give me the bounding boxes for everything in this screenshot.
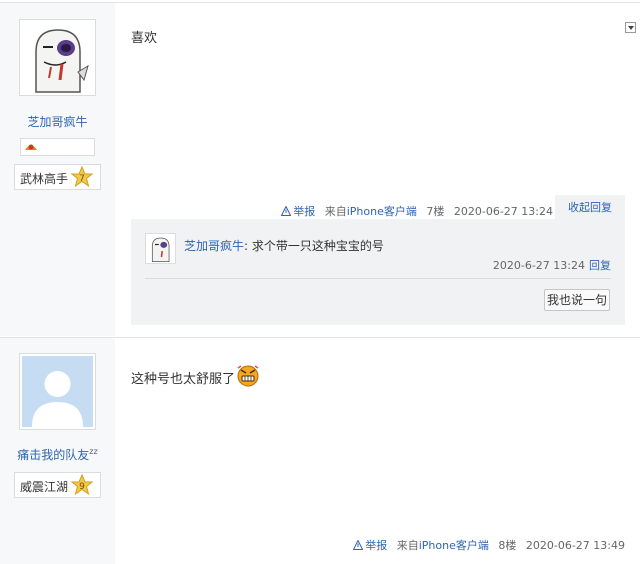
zz-icon: zz	[89, 447, 98, 456]
level-number: 9	[79, 482, 85, 492]
reply-avatar[interactable]	[145, 233, 176, 264]
report-link[interactable]: 举报	[353, 539, 391, 552]
level-name: 武林高手	[20, 172, 69, 186]
meme-avatar-icon	[22, 22, 93, 93]
post-time: 2020-06-27 13:24	[453, 205, 553, 218]
reply-meta: 2020-6-27 13:24 回复	[493, 257, 611, 273]
level-badge[interactable]: 武林高手 7	[14, 164, 101, 190]
report-link[interactable]: 举报	[281, 205, 319, 218]
default-avatar-icon	[22, 356, 93, 427]
reply-item: 芝加哥疯牛: 求个带一只这种宝宝的号	[184, 237, 384, 254]
level-number: 7	[79, 174, 85, 184]
level-badge[interactable]: 威震江湖 9	[14, 472, 101, 498]
floor-number: 7楼	[426, 205, 445, 218]
level-star-icon: 7	[71, 166, 93, 188]
report-icon	[281, 206, 292, 216]
post-floor-7: 芝加哥疯牛 武林高手 7 喜欢 举报 来自iPhone客户端 7楼 2020-0…	[0, 2, 640, 336]
post-content: 这种号也太舒服了	[131, 365, 261, 387]
author-username[interactable]: 芝加哥疯牛	[0, 113, 115, 130]
avatar[interactable]	[19, 353, 96, 430]
dropdown-icon[interactable]	[625, 22, 636, 33]
level-star-icon: 9	[71, 474, 93, 496]
author-sidebar: 痛击我的队友zz 威震江湖 9	[0, 338, 115, 564]
reply-username[interactable]: 芝加哥疯牛	[184, 239, 244, 253]
post-content: 喜欢	[131, 31, 158, 46]
thread-page: 芝加哥疯牛 武林高手 7 喜欢 举报 来自iPhone客户端 7楼 2020-0…	[0, 0, 640, 564]
client-link[interactable]: iPhone客户端	[347, 205, 417, 218]
reply-link[interactable]: 回复	[589, 259, 611, 272]
post-meta: 举报 来自iPhone客户端 7楼 2020-06-27 13:24	[275, 203, 553, 219]
collapse-replies-button[interactable]: 收起回复	[555, 195, 625, 221]
level-name: 威震江湖	[20, 480, 69, 494]
source-label: 来自iPhone客户端	[396, 539, 489, 552]
author-username[interactable]: 痛击我的队友zz	[0, 446, 115, 463]
angry-emoji-icon	[237, 365, 259, 387]
reply-panel: 芝加哥疯牛: 求个带一只这种宝宝的号 2020-6-27 13:24 回复 我也说…	[131, 219, 625, 325]
reply-content: : 求个带一只这种宝宝的号	[244, 239, 384, 253]
floor-number: 8楼	[498, 539, 517, 552]
divider	[145, 278, 611, 279]
source-label: 来自iPhone客户端	[324, 205, 417, 218]
badge-icon[interactable]	[20, 138, 95, 156]
say-something-button[interactable]: 我也说一句	[544, 289, 610, 311]
client-link[interactable]: iPhone客户端	[419, 539, 489, 552]
post-time: 2020-06-27 13:49	[525, 539, 625, 552]
meme-avatar-icon	[147, 235, 174, 262]
post-meta: 举报 来自iPhone客户端 8楼 2020-06-27 13:49	[347, 537, 625, 553]
post-floor-8: 痛击我的队友zz 威震江湖 9 这种号也太舒服了 举报 来自iPhone客户端 …	[0, 337, 640, 564]
reply-time: 2020-6-27 13:24	[492, 259, 585, 272]
author-sidebar: 芝加哥疯牛 武林高手 7	[0, 3, 115, 336]
report-icon	[353, 540, 364, 550]
avatar[interactable]	[19, 19, 96, 96]
